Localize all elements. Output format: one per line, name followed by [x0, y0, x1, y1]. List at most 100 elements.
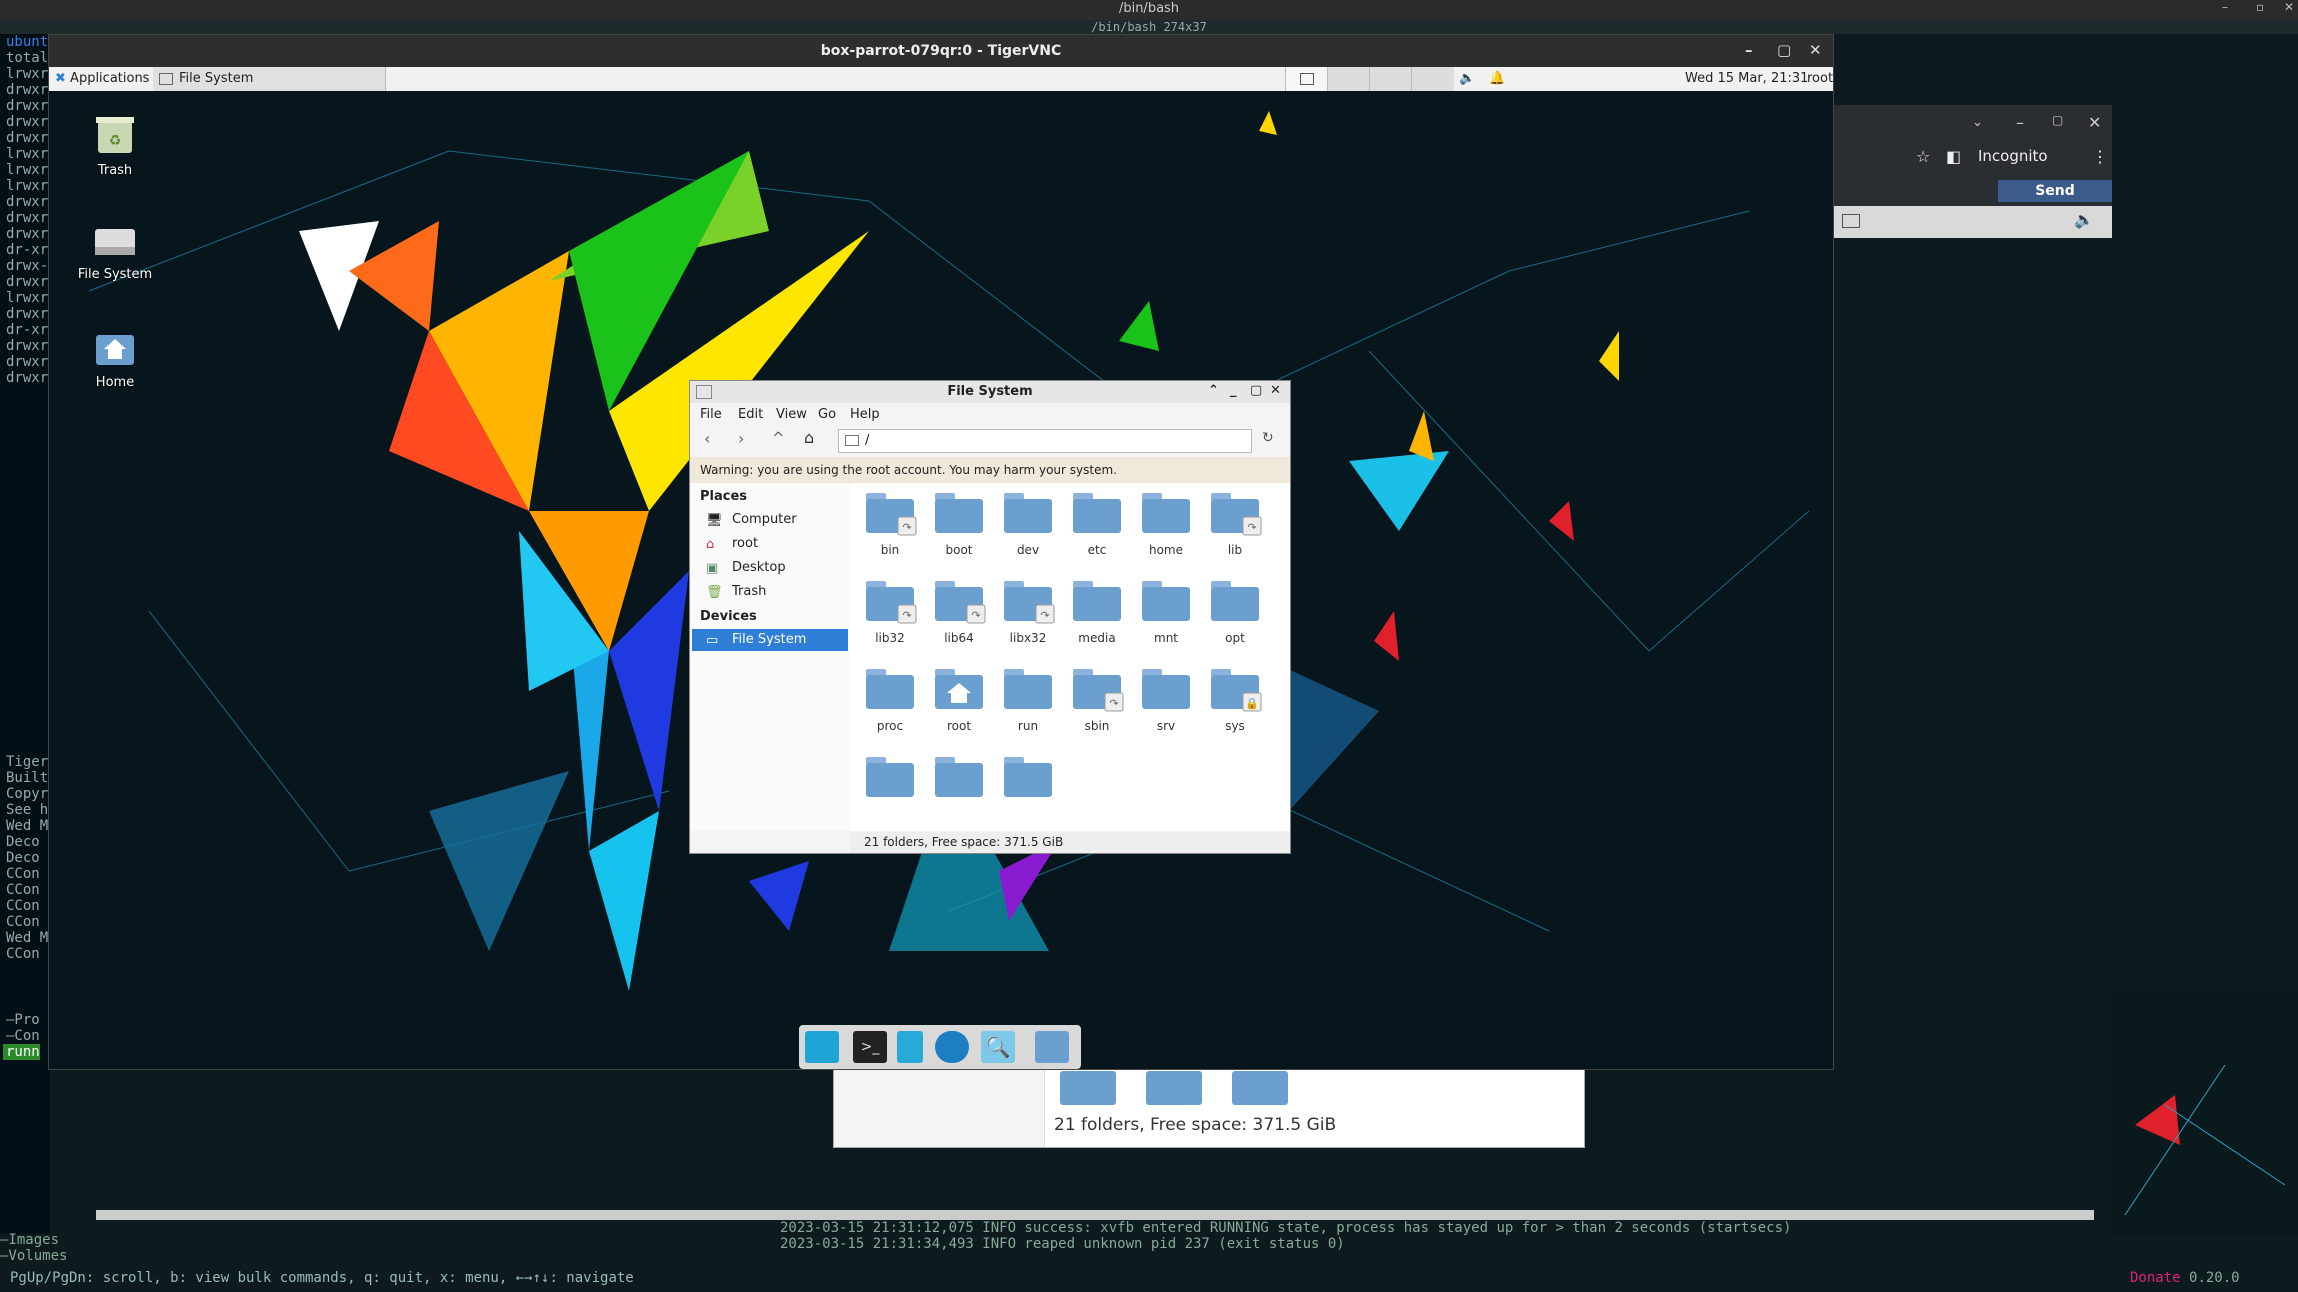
sidebar-item-computer[interactable]: 🖥 Computer	[700, 509, 848, 531]
folder-item[interactable]: 🔒 sys	[1203, 665, 1267, 733]
sidebar-item-trash[interactable]: 🗑 Trash	[700, 581, 848, 603]
volumes-item[interactable]: —Volumes	[0, 1248, 760, 1264]
horizontal-scrollbar[interactable]	[96, 1210, 2094, 1220]
folder-item[interactable]: proc	[858, 665, 922, 733]
folder-item[interactable]: ↷ libx32	[996, 577, 1060, 645]
desktop-icon-trash[interactable]: ♻ Trash	[65, 113, 165, 178]
folder-item[interactable]: ↷ lib32	[858, 577, 922, 645]
applications-label[interactable]: Applications	[70, 71, 149, 86]
user-label[interactable]: root	[1807, 71, 1833, 86]
applications-menu[interactable]: ✖ Applications ⁝	[55, 71, 158, 86]
search-icon[interactable]: 🔍	[981, 1031, 1015, 1063]
folder-item[interactable]: run	[996, 665, 1060, 733]
folder-item[interactable]	[858, 753, 922, 807]
terminal-line: drwxr	[6, 370, 49, 386]
terminal-line: CCon	[6, 946, 40, 962]
folder-item[interactable]: home	[1134, 489, 1198, 557]
forward-icon[interactable]: ›	[738, 429, 744, 448]
folder-item[interactable]	[927, 753, 991, 807]
folder-icon: ↷	[1004, 581, 1055, 624]
minimize-icon[interactable]: _	[1230, 383, 1237, 398]
refresh-icon[interactable]: ↻	[1262, 430, 1274, 446]
donate-text[interactable]: Donate	[2130, 1270, 2181, 1286]
maximize-icon[interactable]: ▢	[1777, 41, 1791, 59]
close-icon[interactable]: ✕	[1270, 383, 1281, 398]
shade-icon[interactable]: ⌃	[1208, 383, 1219, 398]
volume-icon[interactable]: 🔈	[2074, 210, 2094, 229]
workspace-4[interactable]	[1411, 67, 1454, 91]
browser-globe-icon[interactable]	[935, 1031, 969, 1063]
left-terminal[interactable]: ubunt total lrwxr drwxr drwxr drwxr drwxr lrwxr…	[0, 34, 50, 1234]
folder-item[interactable]: dev	[996, 489, 1060, 557]
folder-item[interactable]: media	[1065, 577, 1129, 645]
folder-icon[interactable]	[1035, 1031, 1069, 1063]
folder-item[interactable]: mnt	[1134, 577, 1198, 645]
folder-item[interactable]: root	[927, 665, 991, 733]
images-item[interactable]: —Images	[0, 1232, 760, 1248]
home-icon: ⌂	[706, 537, 715, 552]
home-icon[interactable]: ⌂	[804, 428, 814, 447]
taskbar-item-file-system[interactable]: File System	[153, 67, 386, 91]
menu-help[interactable]: Help	[850, 407, 880, 422]
minimize-icon[interactable]: –	[2016, 113, 2024, 132]
maximize-icon[interactable]: ▫	[2256, 0, 2264, 14]
sidepanel-icon[interactable]: ◧	[1946, 147, 1961, 166]
close-icon[interactable]: ✕	[2088, 113, 2101, 132]
terminal-line: drwxr	[6, 338, 49, 354]
folder-icon: ↷	[1211, 493, 1262, 536]
tab-dropdown-icon[interactable]: ⌄	[1972, 115, 1983, 130]
folder-item[interactable]	[996, 753, 1060, 807]
folder-item[interactable]: srv	[1134, 665, 1198, 733]
minimize-icon[interactable]: –	[2222, 0, 2228, 14]
desktop-icon-file-system[interactable]: File System	[65, 223, 165, 282]
maximize-icon[interactable]: ▢	[2052, 113, 2063, 127]
folder-item[interactable]: ↷ bin	[858, 489, 922, 557]
menu-go[interactable]: Go	[818, 407, 836, 422]
minimize-icon[interactable]: –	[1745, 41, 1753, 59]
donate-link[interactable]: Donate 0.20.0	[2130, 1270, 2240, 1286]
folder-item[interactable]: ↷ lib64	[927, 577, 991, 645]
maximize-icon[interactable]: ▢	[1250, 383, 1262, 398]
close-icon[interactable]: ✕	[2284, 0, 2294, 14]
menu-file[interactable]: File	[700, 407, 722, 422]
close-icon[interactable]: ✕	[1809, 41, 1822, 59]
menu-edit[interactable]: Edit	[738, 407, 763, 422]
notification-bell-icon[interactable]: 🔔	[1489, 71, 1505, 86]
text-editor-icon[interactable]	[897, 1031, 923, 1063]
desktop-icon-home[interactable]: Home	[65, 329, 165, 390]
folder-icon	[1211, 581, 1259, 621]
terminal-line-group: —Pro —Con runn	[0, 1012, 40, 1060]
star-icon[interactable]: ☆	[1916, 147, 1930, 166]
terminal-line: drwxr	[6, 114, 49, 130]
desktop-icon-label: Trash	[97, 163, 133, 178]
drive-icon	[845, 435, 859, 446]
folder-item[interactable]: ↷ sbin	[1065, 665, 1129, 733]
sidebar-item-root[interactable]: ⌂ root	[700, 533, 848, 555]
workspace-3[interactable]	[1369, 67, 1412, 91]
show-desktop-icon[interactable]	[805, 1031, 839, 1063]
folder-item[interactable]: ↷ lib	[1203, 489, 1267, 557]
workspace-1[interactable]	[1285, 67, 1328, 91]
terminal-icon[interactable]: >_	[853, 1031, 887, 1063]
desktop-icon-label: File System	[77, 267, 153, 282]
volume-icon[interactable]: 🔈	[1459, 71, 1475, 86]
path-bar[interactable]: /	[838, 429, 1252, 453]
system-tray: 🔈 🔔	[1459, 71, 1506, 86]
send-ctrl-alt-del-button[interactable]: Send CtrlAltDel	[1998, 180, 2112, 221]
folder-item[interactable]: opt	[1203, 577, 1267, 645]
clock[interactable]: Wed 15 Mar, 21:31	[1685, 71, 1808, 86]
folder-item[interactable]: boot	[927, 489, 991, 557]
more-icon[interactable]: ⋮	[2092, 147, 2108, 166]
terminal-line: See h	[6, 802, 49, 818]
back-icon[interactable]: ‹	[704, 429, 710, 448]
workspace-2[interactable]	[1327, 67, 1370, 91]
sidebar-item-desktop[interactable]: ▣ Desktop	[700, 557, 848, 579]
menu-view[interactable]: View	[776, 407, 807, 422]
bg-sidebar	[834, 1069, 1045, 1147]
sidebar-item-file-system[interactable]: ▭ File System	[692, 629, 848, 651]
folder-icon	[1142, 581, 1190, 621]
log-line: 2023-03-15 21:31:34,493 INFO reaped unkn…	[780, 1236, 1345, 1252]
up-icon[interactable]: ^	[772, 429, 785, 447]
top-panel: ✖ Applications ⁝ File System 🔈 🔔 Wed 15 …	[49, 67, 1833, 91]
folder-item[interactable]: etc	[1065, 489, 1129, 557]
